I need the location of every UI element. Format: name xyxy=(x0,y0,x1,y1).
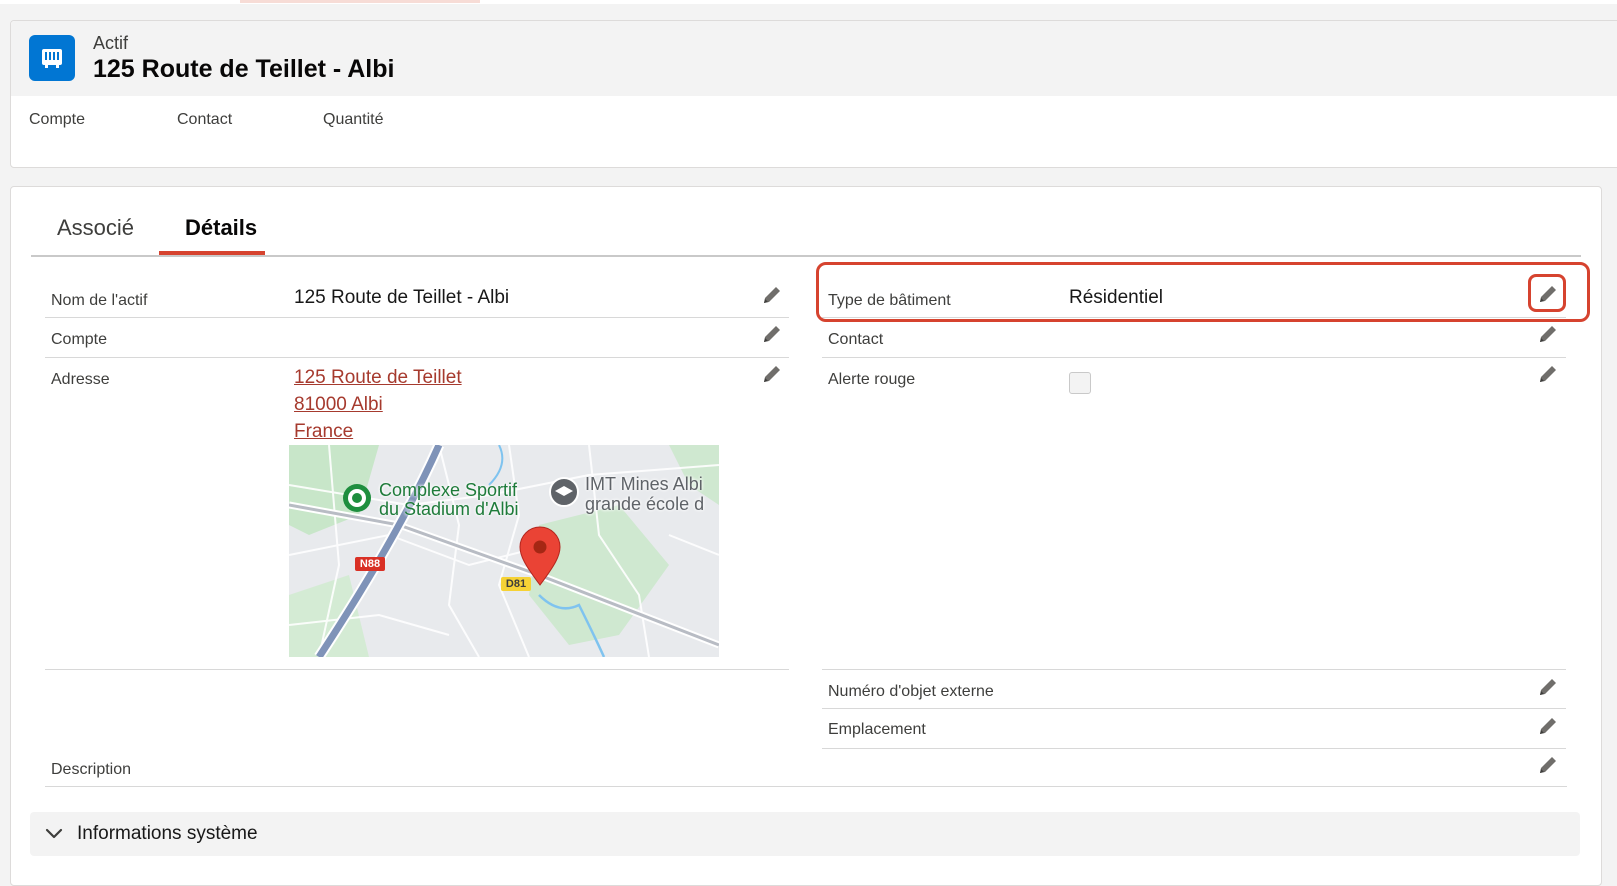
field-label: Numéro d'objet externe xyxy=(828,683,994,700)
object-type-label: Actif xyxy=(93,33,129,53)
field-label: Description xyxy=(51,761,132,778)
field-value: Résidentiel xyxy=(1069,287,1163,308)
tab-associe[interactable]: Associé xyxy=(57,215,134,241)
field-contact: Contact xyxy=(822,318,1566,358)
field-description: Description xyxy=(45,749,1567,787)
record-title: 125 Route de Teillet - Albi xyxy=(93,55,395,83)
field-label: Adresse xyxy=(51,371,110,388)
map-road-label-d81: D81 xyxy=(505,578,527,590)
edit-pencil-icon[interactable] xyxy=(1537,676,1559,698)
tab-details[interactable]: Détails xyxy=(185,215,257,241)
edit-pencil-icon[interactable] xyxy=(761,284,783,306)
address-value: 125 Route de Teillet 81000 Albi France xyxy=(294,364,462,445)
field-alerte-rouge: Alerte rouge xyxy=(822,358,1566,670)
edit-pencil-icon[interactable] xyxy=(1537,283,1559,305)
field-label: Emplacement xyxy=(828,721,926,738)
chevron-down-icon xyxy=(45,828,63,839)
tab-bar: Associé Détails xyxy=(31,187,1581,257)
record-header: Actif 125 Route de Teillet - Albi Compte… xyxy=(10,20,1617,168)
highlight-quantite: Quantité xyxy=(323,111,384,128)
edit-pencil-icon[interactable] xyxy=(761,363,783,385)
highlight-compte: Compte xyxy=(29,111,86,128)
section-informations-systeme[interactable]: Informations système xyxy=(30,812,1580,856)
map-poi-label: du Stadium d'Albi xyxy=(379,499,519,519)
field-label: Alerte rouge xyxy=(828,371,916,388)
map-poi-imt: IMT Mines Albi grande école d xyxy=(585,474,704,514)
top-strip xyxy=(0,0,1617,4)
map-poi-label: Complexe Sportif xyxy=(379,480,518,500)
map-road-label-n88: N88 xyxy=(359,558,381,570)
field-emplacement: Emplacement xyxy=(822,709,1566,749)
map-poi-label: grande école d xyxy=(585,494,705,514)
field-label: Nom de l'actif xyxy=(51,292,148,309)
address-line-street[interactable]: 125 Route de Teillet xyxy=(294,364,462,391)
field-label: Compte xyxy=(51,331,108,348)
edit-pencil-icon[interactable] xyxy=(1537,754,1559,776)
field-compte: Compte xyxy=(45,318,789,358)
divider xyxy=(45,669,789,670)
active-tab-indicator xyxy=(159,251,265,255)
section-title: Informations système xyxy=(77,823,258,844)
address-line-country[interactable]: France xyxy=(294,418,462,445)
field-value: 125 Route de Teillet - Albi xyxy=(294,287,510,308)
address-line-city[interactable]: 81000 Albi xyxy=(294,391,462,418)
field-label: Contact xyxy=(828,331,884,348)
field-numero-objet-externe: Numéro d'objet externe xyxy=(822,670,1566,709)
map-poi-label: IMT Mines Albi xyxy=(585,474,703,494)
top-strip-accent xyxy=(240,0,480,3)
edit-pencil-icon[interactable] xyxy=(1537,715,1559,737)
address-map[interactable]: Complexe Sportif du Stadium d'Albi IMT M… xyxy=(289,445,719,657)
highlight-contact: Contact xyxy=(177,111,233,128)
field-label: Type de bâtiment xyxy=(828,292,951,309)
edit-pencil-icon[interactable] xyxy=(1537,363,1559,385)
field-type-batiment: Type de bâtiment Résidentiel xyxy=(822,280,1566,318)
edit-pencil-icon[interactable] xyxy=(1537,323,1559,345)
edit-pencil-icon[interactable] xyxy=(761,323,783,345)
alerte-rouge-checkbox[interactable] xyxy=(1069,372,1091,394)
asset-icon xyxy=(29,35,75,81)
map-poi-stadium: Complexe Sportif du Stadium d'Albi xyxy=(379,481,519,519)
field-nom-actif: Nom de l'actif 125 Route de Teillet - Al… xyxy=(45,280,789,318)
